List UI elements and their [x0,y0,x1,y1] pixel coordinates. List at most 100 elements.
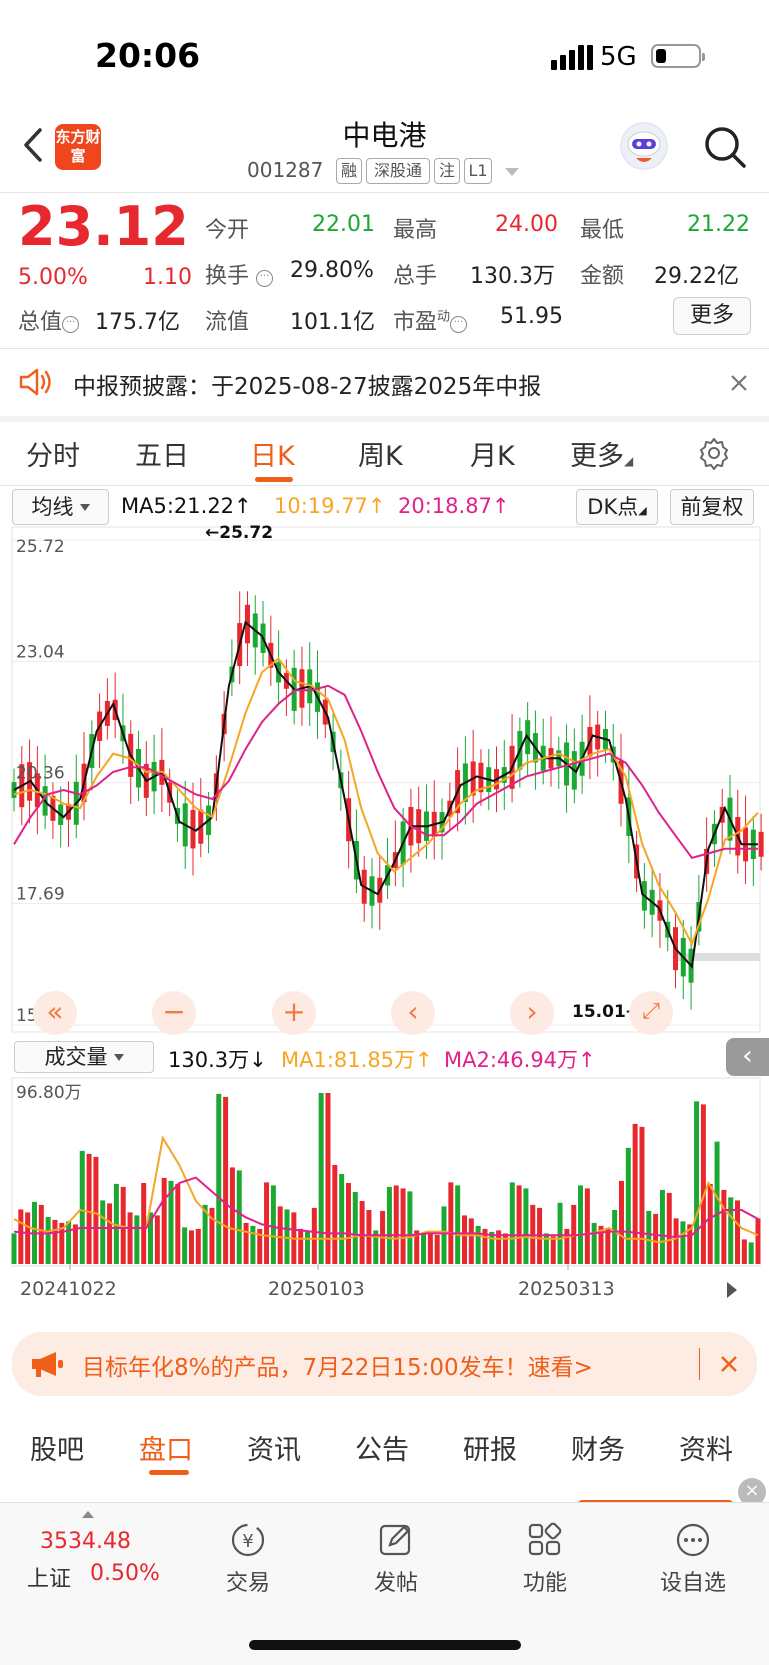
dk-point-toggle[interactable]: DK点◢ [576,489,658,525]
low-label: 最低 [580,218,625,243]
volume-bar [748,1242,754,1264]
divider [0,192,769,193]
tab-profile[interactable]: 资料 [679,1428,733,1467]
volume-bar [448,1182,454,1264]
scroll-left-button[interactable]: ‹ [391,991,435,1035]
float-label: 流值 [205,310,250,335]
promo-banner[interactable]: 目标年化8%的产品，7月22日15:00发车！速看> [12,1332,757,1396]
amount-label: 金额 [580,264,625,289]
volume-bar [639,1126,645,1264]
info-icon: ··· [62,316,80,333]
volume-bar [700,1104,706,1264]
volume-bar [93,1156,99,1264]
ma-line-3 [13,684,758,860]
fullscreen-icon[interactable]: ⤢ [629,991,673,1035]
volume-chart[interactable]: 96.80万 20241022 20250103 20250313 [0,1076,769,1316]
index-name[interactable]: 上证 [27,1561,71,1593]
turnover-value: 29.80% [290,258,374,283]
volume-bar [223,1096,229,1264]
volume-bar [18,1209,24,1264]
mktcap-label: 总值 ··· [18,304,80,336]
collapse-panel-button[interactable]: ‹ [726,1038,769,1076]
volume-bar [141,1183,147,1264]
tab-orderbook[interactable]: 盘口 [139,1428,193,1467]
volume-bar [591,1222,597,1264]
volume-bar [195,1228,201,1264]
tab-intraday[interactable]: 分时 [26,434,80,473]
tab-finance[interactable]: 财务 [571,1428,625,1467]
volume-bar [175,1183,181,1264]
index-value[interactable]: 3534.48 [40,1529,131,1554]
tab-forum[interactable]: 股吧 [30,1428,84,1467]
volume-bar [557,1202,563,1264]
tag-registered: 注 [434,158,460,184]
trade-button[interactable]: ¥ 交易 [198,1521,298,1597]
search-icon[interactable] [702,124,748,170]
volume-bar [229,1167,235,1264]
y-tick-label: 25.72 [16,537,65,557]
volume-bar [45,1216,51,1264]
stock-header: 东方财富 中电港 001287 融 深股通 注 L1 [0,110,769,192]
volume-bar [100,1200,106,1264]
notice-bar[interactable]: 中报预披露：于2025-08-27披露2025年中报 [0,350,769,414]
tab-monthly-k[interactable]: 月K [470,434,515,473]
volume-bar [728,1197,734,1264]
volume-bar [605,1228,611,1264]
indicator-select[interactable]: 均线 [12,489,109,525]
more-quote-button[interactable]: 更多 [673,297,751,335]
volume-bar [270,1185,276,1264]
volume-bar [264,1182,270,1264]
volume-bar [646,1210,652,1264]
volume-bar [86,1153,92,1264]
active-tab-indicator [149,1470,189,1475]
caret-up-icon[interactable] [82,1511,94,1518]
vol-ma1-label: MA1:81.85万↑ [281,1048,433,1072]
volume-max-label: 96.80万 [16,1083,82,1103]
volume-bar [516,1185,522,1264]
volume-bar [305,1231,311,1264]
volume-bar [427,1231,433,1264]
tab-five-day[interactable]: 五日 [135,434,189,473]
high-annotation: ←25.72 [205,525,273,543]
volume-bar [182,1227,188,1264]
close-icon[interactable] [730,374,748,392]
tab-news[interactable]: 资讯 [247,1428,301,1467]
tab-daily-k[interactable]: 日K [250,434,295,473]
zoom-out-button[interactable]: − [152,991,196,1035]
edit-icon [379,1524,411,1556]
volume-bar [564,1228,570,1264]
tab-weekly-k[interactable]: 周K [358,434,403,473]
y-tick-label: 23.04 [16,642,65,662]
candlestick-chart[interactable]: 25.7223.0420.3617.6915.01←25.7215.01→ [0,525,769,1035]
settings-gear-icon[interactable] [697,436,731,470]
ma-line-1 [13,620,758,969]
index-pct[interactable]: 0.50% [90,1561,160,1586]
volume-bar [441,1206,447,1264]
volume-bar [721,1189,727,1264]
tab-announcements[interactable]: 公告 [355,1428,409,1467]
volume-bar [393,1185,399,1264]
function-button[interactable]: 功能 [495,1521,595,1597]
assistant-robot-icon[interactable] [620,122,668,170]
tab-research[interactable]: 研报 [463,1428,517,1467]
volume-bar [659,1189,665,1264]
close-icon[interactable] [720,1355,738,1373]
active-tab-indicator [255,477,293,482]
post-button[interactable]: 发帖 [346,1521,446,1597]
adjust-price-toggle[interactable]: 前复权 [670,489,754,525]
volume-bar [243,1222,249,1264]
scroll-left-fast-button[interactable]: « [33,991,77,1035]
volume-bar [666,1192,672,1264]
volume-bar [584,1188,590,1264]
tab-more[interactable]: 更多◢ [570,434,633,473]
volume-bar [359,1201,365,1264]
zoom-in-button[interactable]: + [272,991,316,1035]
volume-bar [578,1185,584,1264]
volume-bar [707,1183,713,1264]
scroll-right-button[interactable]: › [510,991,554,1035]
add-watchlist-button[interactable]: 设自选 [643,1521,743,1597]
candle-body [758,831,764,857]
volume-indicator-select[interactable]: 成交量 [14,1041,154,1073]
chevron-down-icon[interactable] [505,168,519,176]
volume-bar [386,1186,392,1264]
